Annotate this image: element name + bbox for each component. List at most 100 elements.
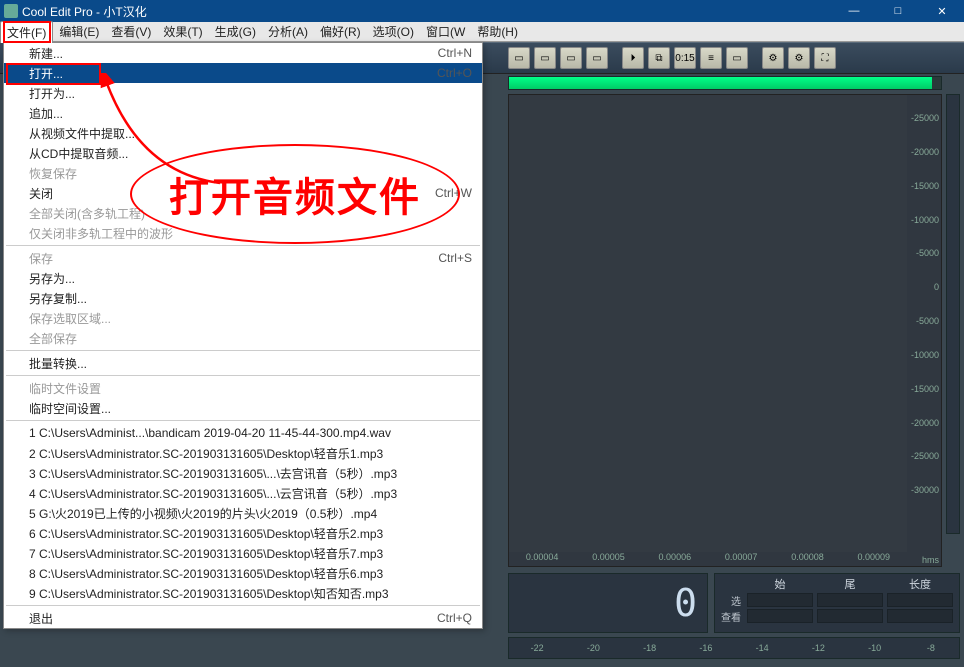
menu-item[interactable]: 3 C:\Users\Administrator.SC-201903131605… <box>4 463 482 483</box>
selpanel-value[interactable] <box>887 593 953 607</box>
maximize-button[interactable]: □ <box>876 0 920 22</box>
menu-item[interactable]: 4 C:\Users\Administrator.SC-201903131605… <box>4 483 482 503</box>
ruler-tick: -5000 <box>916 316 939 326</box>
hms-label: hms <box>922 555 939 565</box>
selpanel-value[interactable] <box>747 609 813 623</box>
time-display: 0 <box>508 573 708 633</box>
toolbar-button[interactable]: ⚙ <box>762 47 784 69</box>
overview-bar[interactable] <box>508 76 942 90</box>
menu-item[interactable]: 8 C:\Users\Administrator.SC-201903131605… <box>4 563 482 583</box>
selpanel-header: 长度 <box>885 576 955 592</box>
ruler-tick: 0 <box>934 282 939 292</box>
menu-item-label: 恢复保存 <box>29 165 472 182</box>
menu-item-label: 3 C:\Users\Administrator.SC-201903131605… <box>29 465 472 482</box>
toolbar-button[interactable]: 0:15 <box>674 47 696 69</box>
menu-item-label: 打开... <box>29 65 437 82</box>
db-tick: -20 <box>565 643 621 653</box>
menu-item[interactable]: 打开为... <box>4 83 482 103</box>
db-tick: -16 <box>678 643 734 653</box>
ruler-tick: -15000 <box>911 384 939 394</box>
menu-item[interactable]: 从视频文件中提取... <box>4 123 482 143</box>
menu-item-label: 9 C:\Users\Administrator.SC-201903131605… <box>29 585 472 602</box>
menu-item[interactable]: 退出Ctrl+Q <box>4 608 482 628</box>
menu-item[interactable]: 6 C:\Users\Administrator.SC-201903131605… <box>4 523 482 543</box>
menu-item-label: 从视频文件中提取... <box>29 125 472 142</box>
selpanel-value[interactable] <box>887 609 953 623</box>
selection-panel: 始尾长度 选查看 <box>714 573 960 633</box>
menu-2[interactable]: 查看(V) <box>105 21 157 42</box>
ruler-tick: -20000 <box>911 147 939 157</box>
ruler-tick: -5000 <box>916 248 939 258</box>
minimize-button[interactable]: — <box>832 0 876 22</box>
menu-item[interactable]: 另存为... <box>4 268 482 288</box>
menu-separator <box>6 350 480 351</box>
amplitude-ruler: -25000-20000-15000-10000-50000-5000-1000… <box>907 95 941 566</box>
ruler-tick: 0.00006 <box>642 552 708 566</box>
menu-item[interactable]: 从CD中提取音频... <box>4 143 482 163</box>
menu-item[interactable]: 打开...Ctrl+O <box>4 63 482 83</box>
db-tick: -18 <box>622 643 678 653</box>
window-buttons: — □ ✕ <box>832 0 964 22</box>
menu-item-label: 临时空间设置... <box>29 400 472 417</box>
menu-item-label: 2 C:\Users\Administrator.SC-201903131605… <box>29 445 472 462</box>
menu-item-label: 退出 <box>29 610 437 627</box>
menu-item-label: 批量转换... <box>29 355 472 372</box>
toolbar-button[interactable]: ▭ <box>508 47 530 69</box>
menu-7[interactable]: 选项(O) <box>367 21 420 42</box>
selpanel-header: 始 <box>745 576 815 592</box>
menu-item-label: 关闭 <box>29 185 435 202</box>
menu-item-shortcut: Ctrl+N <box>438 46 472 60</box>
toolbar-button[interactable]: ▭ <box>534 47 556 69</box>
menu-item[interactable]: 5 G:\火2019已上传的小视频\火2019的片头\火2019（0.5秒）.m… <box>4 503 482 523</box>
vertical-scrollbar[interactable] <box>946 94 960 534</box>
menu-4[interactable]: 生成(G) <box>209 21 262 42</box>
db-tick: -22 <box>509 643 565 653</box>
menu-item-label: 从CD中提取音频... <box>29 145 472 162</box>
toolbar-button[interactable]: ⚙ <box>788 47 810 69</box>
ruler-tick: -30000 <box>911 485 939 495</box>
toolbar-button[interactable]: ⏵ <box>622 47 644 69</box>
selpanel-value[interactable] <box>817 609 883 623</box>
menu-item[interactable]: 批量转换... <box>4 353 482 373</box>
menu-item[interactable]: 7 C:\Users\Administrator.SC-201903131605… <box>4 543 482 563</box>
toolbar-button[interactable]: ⛶ <box>814 47 836 69</box>
menu-item[interactable]: 追加... <box>4 103 482 123</box>
menu-item[interactable]: 另存复制... <box>4 288 482 308</box>
menu-5[interactable]: 分析(A) <box>262 21 314 42</box>
menu-item-label: 5 G:\火2019已上传的小视频\火2019的片头\火2019（0.5秒）.m… <box>29 505 472 522</box>
toolbar-button[interactable]: ▭ <box>726 47 748 69</box>
toolbar-button[interactable]: ▭ <box>586 47 608 69</box>
menu-6[interactable]: 偏好(R) <box>314 21 367 42</box>
menu-3[interactable]: 效果(T) <box>157 21 208 42</box>
menu-item-label: 追加... <box>29 105 472 122</box>
menu-item[interactable]: 2 C:\Users\Administrator.SC-201903131605… <box>4 443 482 463</box>
title-bar: Cool Edit Pro - 小T汉化 — □ ✕ <box>0 0 964 22</box>
menu-9[interactable]: 帮助(H) <box>471 21 524 42</box>
menu-item-label: 4 C:\Users\Administrator.SC-201903131605… <box>29 485 472 502</box>
menu-8[interactable]: 窗口(W <box>420 21 471 42</box>
menu-item[interactable]: 临时空间设置... <box>4 398 482 418</box>
waveform-area[interactable]: smpl -25000-20000-15000-10000-50000-5000… <box>508 94 942 567</box>
menu-item-label: 保存 <box>29 250 438 267</box>
toolbar-button[interactable]: ≡ <box>700 47 722 69</box>
menu-separator <box>6 245 480 246</box>
ruler-tick: 0.00009 <box>841 552 907 566</box>
close-button[interactable]: ✕ <box>920 0 964 22</box>
menu-item[interactable]: 关闭Ctrl+W <box>4 183 482 203</box>
menu-item: 恢复保存 <box>4 163 482 183</box>
menu-item[interactable]: 新建...Ctrl+N <box>4 43 482 63</box>
menu-1[interactable]: 编辑(E) <box>53 21 105 42</box>
menu-item[interactable]: 1 C:\Users\Administ...\bandicam 2019-04-… <box>4 423 482 443</box>
app-icon <box>4 4 18 18</box>
menu-item-label: 全部关闭(含多轨工程) <box>29 205 472 222</box>
menu-item-label: 另存为... <box>29 270 472 287</box>
toolbar-button[interactable]: ⧉ <box>648 47 670 69</box>
menu-0[interactable]: 文件(F) <box>0 21 53 43</box>
menu-item-label: 1 C:\Users\Administ...\bandicam 2019-04-… <box>29 426 472 440</box>
menu-item-label: 仅关闭非多轨工程中的波形 <box>29 225 472 242</box>
selpanel-value[interactable] <box>817 593 883 607</box>
toolbar-button[interactable]: ▭ <box>560 47 582 69</box>
menu-separator <box>6 375 480 376</box>
menu-item[interactable]: 9 C:\Users\Administrator.SC-201903131605… <box>4 583 482 603</box>
selpanel-value[interactable] <box>747 593 813 607</box>
